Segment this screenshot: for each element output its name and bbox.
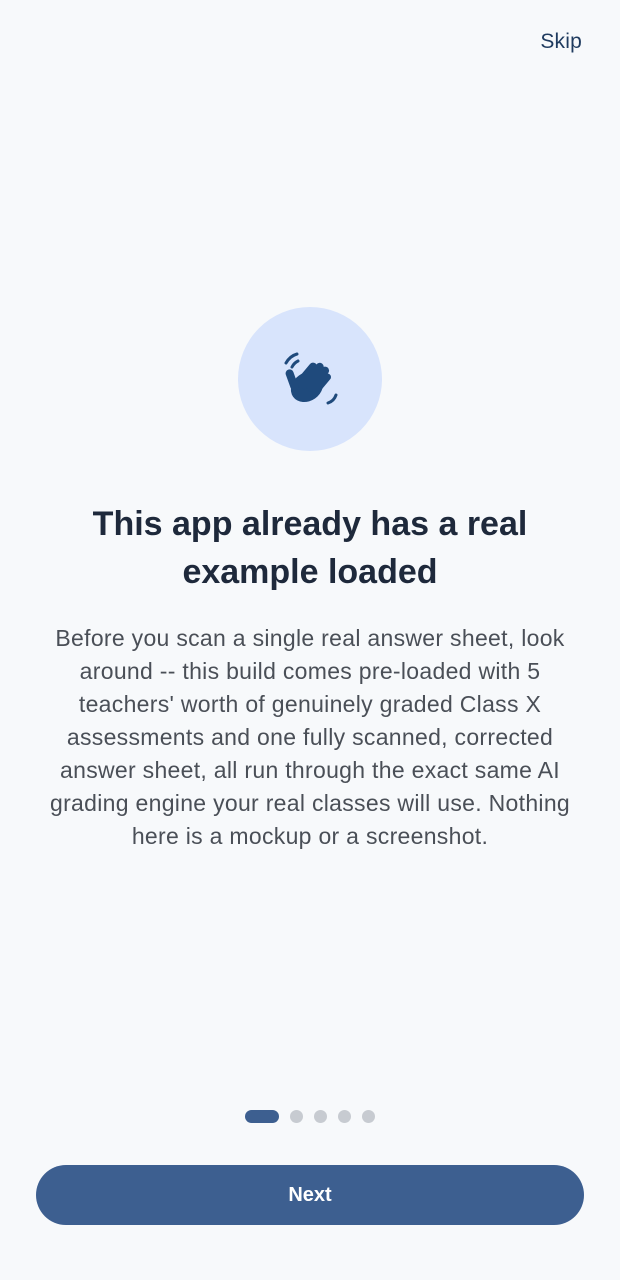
page-dot-4[interactable] [338, 1109, 351, 1123]
skip-button[interactable]: Skip [540, 30, 582, 54]
page-dot-1[interactable] [245, 1109, 279, 1123]
page-dot-3[interactable] [314, 1109, 327, 1123]
page-title: This app already has a real example load… [92, 505, 528, 591]
hero-icon-circle [238, 307, 382, 451]
page-dot-2[interactable] [290, 1109, 303, 1123]
waving-hand-icon [284, 352, 338, 405]
page-dot-5[interactable] [362, 1109, 375, 1123]
next-button[interactable]: Next [36, 1165, 584, 1225]
page-indicator [245, 1109, 375, 1123]
description-text: Before you scan a single real answer she… [50, 625, 570, 849]
